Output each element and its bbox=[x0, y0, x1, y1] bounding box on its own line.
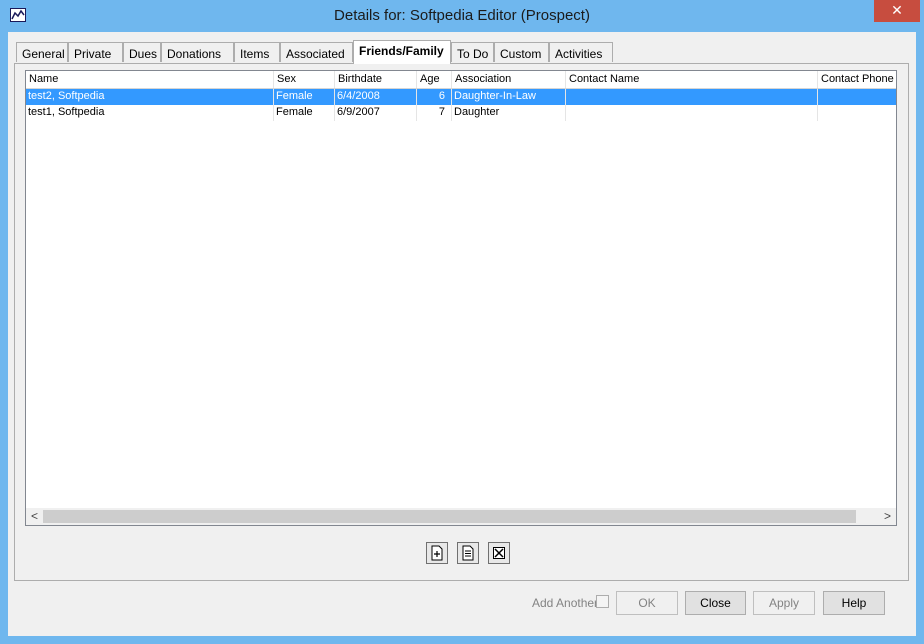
friends-family-panel: Name Sex Birthdate Age Association Conta… bbox=[14, 63, 909, 581]
cell-age: 6 bbox=[417, 89, 452, 105]
tab-items[interactable]: Items bbox=[234, 42, 280, 62]
tab-private[interactable]: Private bbox=[68, 42, 123, 62]
scroll-thumb[interactable] bbox=[43, 510, 856, 523]
tab-general[interactable]: General bbox=[16, 42, 68, 62]
cell-sex: Female bbox=[274, 105, 335, 121]
column-header-birthdate[interactable]: Birthdate bbox=[335, 71, 417, 88]
cell-association: Daughter-In-Law bbox=[452, 89, 566, 105]
column-header-contact-phone[interactable]: Contact Phone bbox=[818, 71, 896, 88]
edit-document-icon bbox=[462, 545, 474, 561]
add-another-checkbox[interactable] bbox=[596, 595, 609, 608]
cell-sex: Female bbox=[274, 89, 335, 105]
column-header-association[interactable]: Association bbox=[452, 71, 566, 88]
table-row[interactable]: test1, Softpedia Female 6/9/2007 7 Daugh… bbox=[26, 105, 896, 121]
tab-to-do[interactable]: To Do bbox=[451, 42, 494, 62]
help-button[interactable]: Help bbox=[823, 591, 885, 615]
delete-record-button[interactable] bbox=[488, 542, 510, 564]
cell-contact-phone bbox=[818, 89, 896, 105]
ok-button[interactable]: OK bbox=[616, 591, 678, 615]
cell-contact-name bbox=[566, 89, 818, 105]
column-header-contact-name[interactable]: Contact Name bbox=[566, 71, 818, 88]
cell-birthdate: 6/4/2008 bbox=[335, 89, 417, 105]
apply-button[interactable]: Apply bbox=[753, 591, 815, 615]
cell-contact-name bbox=[566, 105, 818, 121]
cell-birthdate: 6/9/2007 bbox=[335, 105, 417, 121]
close-window-button[interactable]: ✕ bbox=[874, 0, 920, 22]
tab-dues[interactable]: Dues bbox=[123, 42, 161, 62]
tab-donations[interactable]: Donations bbox=[161, 42, 234, 62]
table-row[interactable]: test2, Softpedia Female 6/4/2008 6 Daugh… bbox=[26, 89, 896, 105]
scroll-right-icon[interactable]: > bbox=[879, 508, 896, 525]
title-bar[interactable]: Details for: Softpedia Editor (Prospect)… bbox=[0, 0, 924, 32]
add-another-label: Add Another bbox=[532, 596, 599, 610]
horizontal-scrollbar[interactable]: < > bbox=[26, 508, 896, 525]
cell-age: 7 bbox=[417, 105, 452, 121]
add-record-button[interactable] bbox=[426, 542, 448, 564]
scroll-left-icon[interactable]: < bbox=[26, 508, 43, 525]
list-header: Name Sex Birthdate Age Association Conta… bbox=[26, 71, 896, 89]
close-button[interactable]: Close bbox=[685, 591, 746, 615]
column-header-age[interactable]: Age bbox=[417, 71, 452, 88]
cell-association: Daughter bbox=[452, 105, 566, 121]
dialog-window: Details for: Softpedia Editor (Prospect)… bbox=[0, 0, 924, 644]
column-header-sex[interactable]: Sex bbox=[274, 71, 335, 88]
friends-family-list[interactable]: Name Sex Birthdate Age Association Conta… bbox=[25, 70, 897, 526]
cell-name: test2, Softpedia bbox=[26, 89, 274, 105]
dialog-body: General Private Dues Donations Items Ass… bbox=[8, 32, 916, 636]
cell-name: test1, Softpedia bbox=[26, 105, 274, 121]
edit-record-button[interactable] bbox=[457, 542, 479, 564]
tab-custom[interactable]: Custom bbox=[494, 42, 549, 62]
delete-icon bbox=[493, 547, 505, 559]
add-document-icon bbox=[431, 545, 443, 561]
tab-associated[interactable]: Associated bbox=[280, 42, 353, 62]
tab-activities[interactable]: Activities bbox=[549, 42, 613, 62]
tab-friends-family[interactable]: Friends/Family bbox=[353, 40, 451, 64]
column-header-name[interactable]: Name bbox=[26, 71, 274, 88]
cell-contact-phone bbox=[818, 105, 896, 121]
window-title: Details for: Softpedia Editor (Prospect) bbox=[334, 7, 590, 24]
